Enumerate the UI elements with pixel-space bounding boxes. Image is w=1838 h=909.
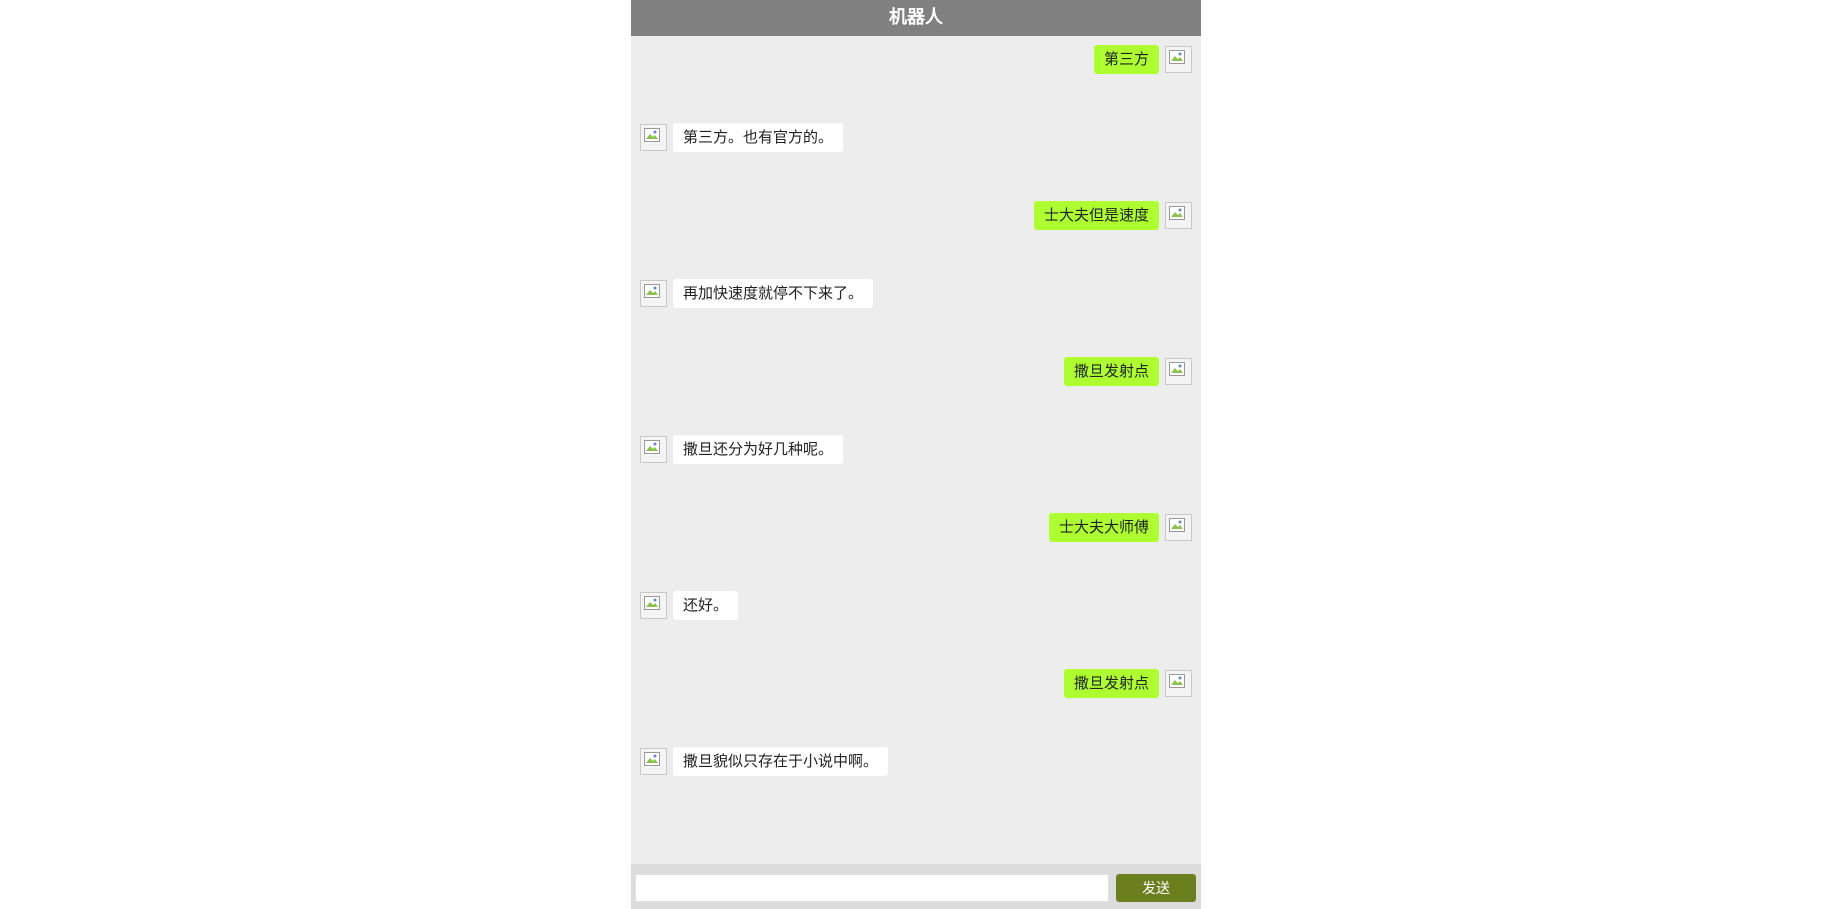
- message-row: 第三方。也有官方的。: [631, 123, 1201, 201]
- message-list: 第三方 第三方。也有官方的。 士大夫但是速度 再加快速度就停不下来了。 撒旦发射…: [631, 36, 1201, 864]
- broken-image-icon: [1169, 50, 1185, 64]
- broken-image-icon: [644, 284, 660, 298]
- bot-avatar: [640, 748, 667, 775]
- bot-message-bubble: 再加快速度就停不下来了。: [673, 279, 874, 308]
- bot-avatar: [640, 124, 667, 151]
- message-row: 再加快速度就停不下来了。: [631, 279, 1201, 357]
- broken-image-icon: [644, 752, 660, 766]
- user-message-bubble: 撒旦发射点: [1063, 357, 1159, 386]
- user-avatar: [1165, 514, 1192, 541]
- user-avatar: [1165, 46, 1192, 73]
- bot-avatar: [640, 436, 667, 463]
- send-button[interactable]: 发送: [1116, 874, 1196, 902]
- broken-image-icon: [1169, 362, 1185, 376]
- user-avatar: [1165, 358, 1192, 385]
- broken-image-icon: [644, 440, 660, 454]
- user-avatar: [1165, 202, 1192, 229]
- composer-bar: 发送: [631, 864, 1201, 909]
- bot-message-bubble: 撒旦貌似只存在于小说中啊。: [673, 747, 889, 776]
- message-input[interactable]: [635, 874, 1109, 902]
- message-row: 第三方: [631, 45, 1201, 123]
- message-row: 士大夫但是速度: [631, 201, 1201, 279]
- bot-message-bubble: 还好。: [673, 591, 739, 620]
- broken-image-icon: [644, 128, 660, 142]
- message-row: 还好。: [631, 591, 1201, 669]
- message-row: 士大夫大师傅: [631, 513, 1201, 591]
- message-row: 撒旦发射点: [631, 669, 1201, 747]
- chat-header: 机器人: [631, 0, 1201, 36]
- chat-title: 机器人: [889, 7, 943, 28]
- broken-image-icon: [1169, 518, 1185, 532]
- bot-message-bubble: 第三方。也有官方的。: [673, 123, 844, 152]
- message-row: 撒旦还分为好几种呢。: [631, 435, 1201, 513]
- message-row: 撒旦貌似只存在于小说中啊。: [631, 747, 1201, 825]
- user-avatar: [1165, 670, 1192, 697]
- user-message-bubble: 第三方: [1093, 45, 1159, 74]
- user-message-bubble: 士大夫大师傅: [1048, 513, 1159, 542]
- broken-image-icon: [644, 596, 660, 610]
- user-message-bubble: 撒旦发射点: [1063, 669, 1159, 698]
- bot-message-bubble: 撒旦还分为好几种呢。: [673, 435, 844, 464]
- chat-app: 机器人 第三方 第三方。也有官方的。 士大夫但是速度 再加快速度就停不下来了。 …: [631, 0, 1201, 909]
- user-message-bubble: 士大夫但是速度: [1033, 201, 1159, 230]
- broken-image-icon: [1169, 206, 1185, 220]
- broken-image-icon: [1169, 674, 1185, 688]
- message-row: 撒旦发射点: [631, 357, 1201, 435]
- bot-avatar: [640, 280, 667, 307]
- bot-avatar: [640, 592, 667, 619]
